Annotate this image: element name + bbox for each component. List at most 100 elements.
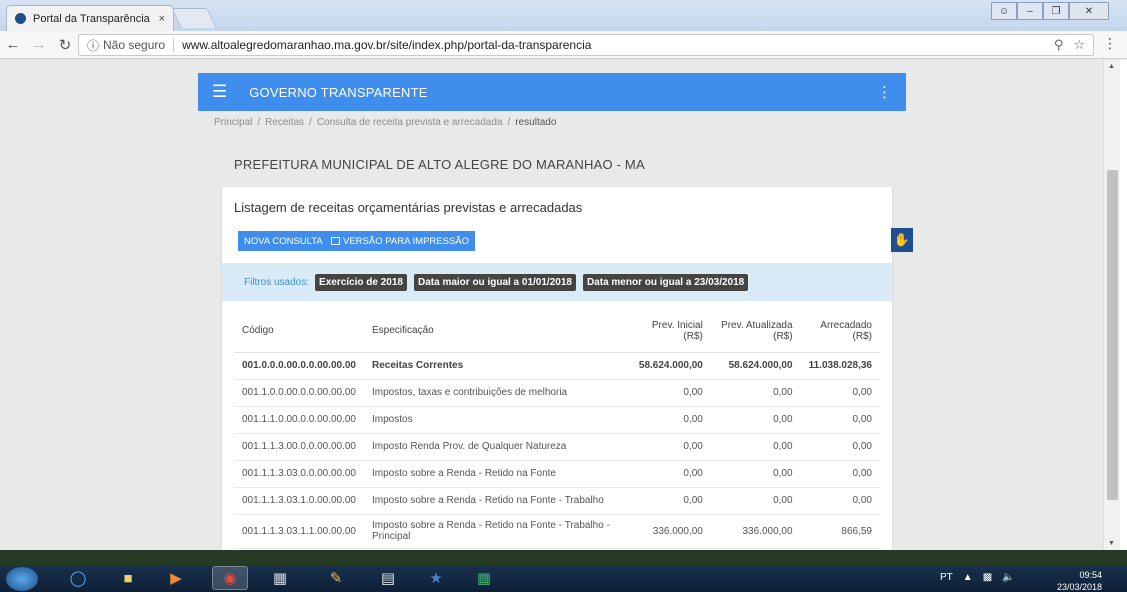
internet-explorer-icon[interactable]: ◯ — [60, 566, 96, 590]
breadcrumb-item[interactable]: Principal — [214, 117, 252, 128]
header-collected-line2: (R$) — [852, 330, 872, 342]
filters-label: Filtros usados: — [244, 276, 310, 288]
cell-collected: 0,00 — [800, 379, 880, 407]
cell-spec: Imposto Renda Prov. de Qualquer Natureza — [364, 433, 627, 461]
app-brand[interactable]: GOVERNO TRANSPARENTE — [249, 85, 877, 100]
table-row: 001.1.0.0.00.0.0.00.00.00 Impostos, taxa… — [234, 379, 880, 407]
header-prev-initial: Prev. Inicial (R$) — [626, 310, 711, 353]
revenue-table: Código Especificação Prev. Inicial (R$) P… — [234, 310, 880, 549]
cell-prev-updated: 0,00 — [710, 433, 801, 461]
browser-tabstrip: Portal da Transparência × ☺ – ❐ ✕ — [0, 0, 1127, 31]
new-tab-button[interactable] — [171, 8, 217, 28]
cell-collected: 866,59 — [800, 514, 880, 549]
header-collected-line1: Arrecadado — [820, 319, 872, 331]
breadcrumb-separator: / — [309, 117, 312, 128]
window-close-icon[interactable]: ✕ — [1069, 2, 1109, 20]
site-favicon-icon — [15, 13, 26, 24]
header-prev-updated-line2: (R$) — [773, 330, 793, 342]
window-controls: ☺ – ❐ ✕ — [991, 2, 1109, 20]
page-viewport: ☰ GOVERNO TRANSPARENTE ⋮ Principal / Recei… — [0, 60, 1103, 550]
cell-prev-initial: 0,00 — [626, 406, 711, 434]
cell-prev-updated: 0,00 — [710, 487, 801, 515]
breadcrumb-item[interactable]: Consulta de receita prevista e arrecadad… — [317, 117, 503, 128]
app-icon[interactable]: ★ — [418, 566, 454, 590]
app-more-icon[interactable]: ⋮ — [877, 83, 892, 101]
printer-icon — [331, 237, 340, 245]
table-row: 001.1.1.3.03.1.1.00.00.00 Imposto sobre … — [234, 514, 880, 549]
calculator-icon[interactable]: ▦ — [262, 566, 298, 590]
minimize-icon[interactable]: – — [1017, 2, 1043, 20]
taskbar-clock[interactable]: 09:54 23/03/2018 — [1040, 569, 1102, 592]
cell-code: 001.0.0.0.00.0.0.00.00.00 — [234, 352, 364, 380]
filter-chip: Exercício de 2018 — [315, 273, 407, 291]
breadcrumb-item[interactable]: Receitas — [265, 117, 304, 128]
cell-collected: 0,00 — [800, 406, 880, 434]
cell-collected: 0,00 — [800, 460, 880, 488]
tab-close-icon[interactable]: × — [159, 13, 165, 25]
cell-spec: Imposto sobre a Renda - Retido na Fonte … — [364, 487, 627, 515]
accessibility-hand-icon[interactable]: ✋ — [891, 228, 913, 252]
cell-spec: Imposto sobre a Renda - Retido na Fonte — [364, 460, 627, 488]
breadcrumb-current: resultado — [515, 117, 557, 128]
file-explorer-icon[interactable]: ■ — [110, 566, 146, 590]
cell-spec: Impostos, taxas e contribuições de melho… — [364, 379, 627, 407]
cell-prev-initial: 0,00 — [626, 433, 711, 461]
cell-prev-initial: 336.000,00 — [626, 514, 711, 549]
page-title: PREFEITURA MUNICIPAL DE ALTO ALEGRE DO M… — [234, 157, 645, 172]
results-card: Listagem de receitas orçamentárias previ… — [222, 187, 892, 550]
scroll-up-icon[interactable]: ▲ — [1108, 63, 1115, 70]
cell-spec: Imposto sobre a Renda - Retido na Fonte … — [364, 514, 627, 549]
volume-icon[interactable]: 🔈 — [1002, 572, 1014, 583]
header-spec: Especificação — [364, 310, 627, 353]
page-scrollbar[interactable]: ▲ ▼ — [1103, 60, 1120, 550]
hamburger-menu-icon[interactable]: ☰ — [212, 82, 227, 102]
table-row: 001.1.1.3.03.0.0.00.00.00 Imposto sobre … — [234, 460, 880, 488]
app-bar: ☰ GOVERNO TRANSPARENTE ⋮ — [198, 73, 906, 111]
cell-prev-updated: 336.000,00 — [710, 514, 801, 549]
browser-menu-icon[interactable]: ⋮ — [1103, 35, 1117, 52]
chrome-icon[interactable]: ◉ — [212, 566, 248, 590]
taskbar-top-band — [0, 550, 1127, 566]
clock-date: 23/03/2018 — [1056, 582, 1102, 592]
cell-code: 001.1.1.3.03.1.0.00.00.00 — [234, 487, 364, 515]
language-indicator[interactable]: PT — [940, 572, 953, 583]
header-prev-initial-line1: Prev. Inicial — [651, 319, 703, 331]
cell-prev-updated: 0,00 — [710, 379, 801, 407]
spreadsheet-icon[interactable]: ▦ — [466, 566, 502, 590]
cell-code: 001.1.0.0.00.0.0.00.00.00 — [234, 379, 364, 407]
scroll-down-icon[interactable]: ▼ — [1108, 540, 1115, 547]
security-label: Não seguro — [103, 38, 175, 52]
forward-icon[interactable]: → — [26, 36, 52, 53]
cell-prev-initial: 0,00 — [626, 460, 711, 488]
tray-expand-icon[interactable]: ▲ — [963, 572, 973, 583]
browser-tab[interactable]: Portal da Transparência × — [6, 5, 174, 31]
table-row: 001.0.0.0.00.0.0.00.00.00 Receitas Corre… — [234, 352, 880, 380]
start-button[interactable] — [6, 567, 38, 591]
cell-collected: 11.038.028,36 — [800, 352, 880, 380]
cell-code: 001.1.1.3.00.0.0.00.00.00 — [234, 433, 364, 461]
zoom-icon[interactable]: ⚲ — [1054, 37, 1064, 53]
cell-code: 001.1.1.0.00.0.0.00.00.00 — [234, 406, 364, 434]
print-version-button[interactable]: VERSÃO PARA IMPRESSÃO — [325, 231, 476, 251]
media-player-icon[interactable]: ▶ — [158, 566, 194, 590]
url-text[interactable]: www.altoalegredomaranhao.ma.gov.br/site/… — [182, 38, 1044, 52]
paint-icon[interactable]: ✎ — [318, 566, 354, 590]
notepad-icon[interactable]: ▤ — [370, 566, 406, 590]
cell-prev-updated: 0,00 — [710, 460, 801, 488]
cell-prev-initial: 58.624.000,00 — [626, 352, 711, 380]
network-icon[interactable]: ▩ — [983, 572, 992, 583]
user-icon[interactable]: ☺ — [991, 2, 1017, 20]
scrollbar-thumb[interactable] — [1107, 170, 1118, 500]
table-header-row: Código Especificação Prev. Inicial (R$) P… — [234, 310, 880, 353]
reload-icon[interactable]: ↻ — [52, 36, 78, 54]
info-icon[interactable]: ⓘ — [87, 37, 99, 54]
header-prev-updated: Prev. Atualizada (R$) — [710, 310, 801, 353]
filter-chip: Data menor ou igual a 23/03/2018 — [582, 273, 749, 291]
system-tray: PT ▲ ▩ 🔈 — [940, 572, 1015, 583]
address-bar[interactable]: ⓘ Não seguro www.altoalegredomaranhao.ma… — [78, 34, 1094, 56]
back-icon[interactable]: ← — [0, 36, 26, 53]
bookmark-star-icon[interactable]: ☆ — [1073, 37, 1085, 53]
new-query-button[interactable]: NOVA CONSULTA — [238, 231, 329, 251]
table-row: 001.1.1.0.00.0.0.00.00.00 Impostos 0,00 … — [234, 406, 880, 434]
maximize-icon[interactable]: ❐ — [1043, 2, 1069, 20]
